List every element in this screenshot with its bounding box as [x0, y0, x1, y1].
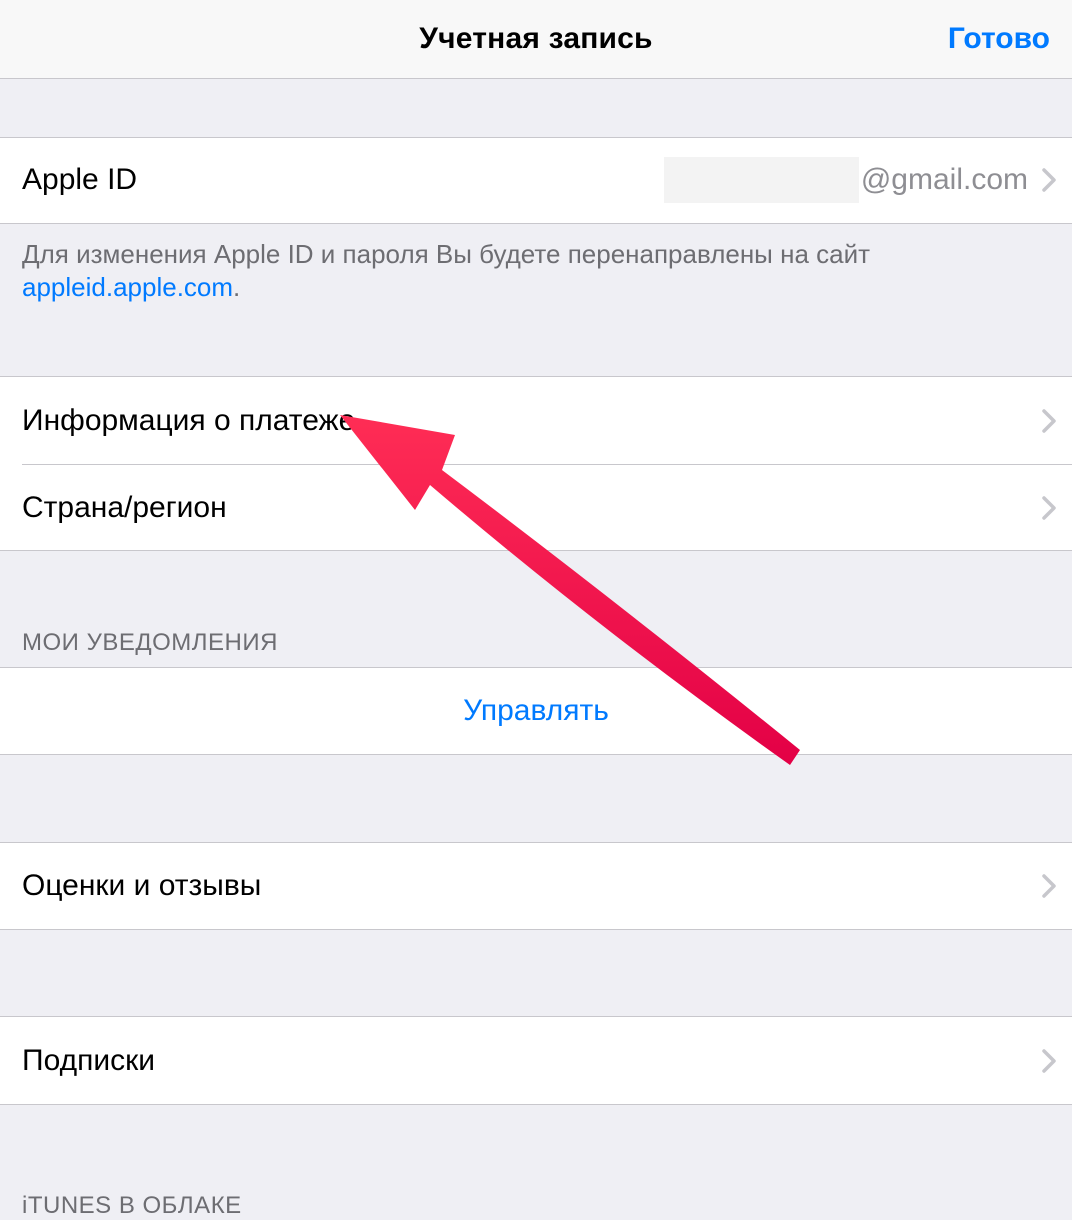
ratings-reviews-row[interactable]: Оценки и отзывы	[0, 843, 1072, 929]
apple-id-footer-text-before: Для изменения Apple ID и пароля Вы будет…	[22, 239, 870, 269]
section-header-itunes-cloud: iTUNES В ОБЛАКЕ	[0, 1104, 1072, 1220]
section-header-notifications: МОИ УВЕДОМЛЕНИЯ	[0, 551, 1072, 667]
country-region-label: Страна/регион	[22, 491, 1032, 525]
page-title: Учетная запись	[419, 22, 652, 56]
manage-notifications-button[interactable]: Управлять	[0, 668, 1072, 754]
spacer	[0, 929, 1072, 1017]
chevron-right-icon	[1032, 168, 1056, 192]
chevron-right-icon	[1032, 409, 1056, 433]
account-settings-page: Учетная запись Готово Apple ID @gmail.co…	[0, 0, 1072, 1220]
payment-info-label: Информация о платеже	[22, 404, 1032, 438]
payment-info-row[interactable]: Информация о платеже	[0, 377, 1072, 463]
apple-id-value: @gmail.com	[861, 163, 1028, 197]
chevron-right-icon	[1032, 496, 1056, 520]
apple-id-row[interactable]: Apple ID @gmail.com	[0, 138, 1072, 225]
apple-id-redacted	[664, 157, 859, 203]
ratings-reviews-label: Оценки и отзывы	[22, 869, 1032, 903]
spacer	[0, 305, 1072, 378]
spacer	[0, 754, 1072, 842]
manage-notifications-label: Управлять	[463, 694, 609, 728]
apple-id-footer-text-after: .	[233, 272, 240, 302]
chevron-right-icon	[1032, 1049, 1056, 1073]
chevron-right-icon	[1032, 874, 1056, 898]
section-header-notifications-label: МОИ УВЕДОМЛЕНИЯ	[22, 629, 278, 657]
apple-id-label: Apple ID	[22, 163, 664, 197]
apple-id-footer: Для изменения Apple ID и пароля Вы будет…	[0, 224, 1072, 305]
section-header-itunes-cloud-label: iTUNES В ОБЛАКЕ	[22, 1192, 242, 1220]
subscriptions-label: Подписки	[22, 1044, 1032, 1078]
appleid-link[interactable]: appleid.apple.com	[22, 272, 233, 302]
country-region-row[interactable]: Страна/регион	[0, 465, 1072, 552]
subscriptions-row[interactable]: Подписки	[0, 1017, 1072, 1103]
done-button[interactable]: Готово	[948, 22, 1050, 56]
navbar: Учетная запись Готово	[0, 0, 1072, 79]
spacer	[0, 79, 1072, 138]
